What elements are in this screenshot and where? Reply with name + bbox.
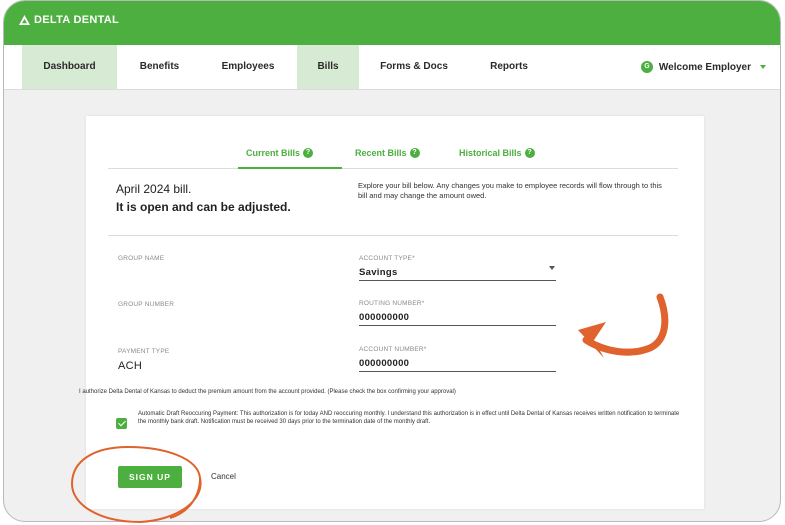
- active-tab-indicator: [238, 167, 342, 169]
- account-type-select[interactable]: Savings: [359, 267, 398, 278]
- browser-frame: DELTA DENTAL Dashboard Benefits Employee…: [3, 0, 781, 522]
- sign-up-button[interactable]: SIGN UP: [118, 466, 182, 488]
- logo-text: DELTA DENTAL: [34, 14, 120, 26]
- nav-item-dashboard[interactable]: Dashboard: [22, 45, 117, 89]
- routing-number-input[interactable]: 000000000: [359, 312, 409, 323]
- question-icon: ?: [303, 148, 314, 158]
- nav-item-employees[interactable]: Employees: [202, 45, 294, 89]
- account-number-input[interactable]: 000000000: [359, 358, 409, 369]
- welcome-menu[interactable]: G Welcome Employer: [640, 61, 766, 73]
- nav-item-bills[interactable]: Bills: [297, 45, 359, 89]
- question-icon: ?: [409, 148, 420, 158]
- bill-month-heading: April 2024 bill.: [116, 182, 192, 196]
- delta-dental-logo[interactable]: DELTA DENTAL: [19, 14, 119, 26]
- group-number-label: GROUP NUMBER: [118, 301, 175, 308]
- delta-triangle-icon: [19, 15, 30, 25]
- payment-type-label: PAYMENT TYPE: [118, 348, 170, 355]
- tab-label: Recent Bills: [355, 148, 407, 158]
- bill-status-heading: It is open and can be adjusted.: [116, 200, 291, 214]
- group-name-label: GROUP NAME: [118, 255, 165, 262]
- cancel-link[interactable]: Cancel: [211, 472, 236, 481]
- chevron-down-icon[interactable]: [549, 266, 555, 270]
- account-number-underline: [359, 371, 556, 372]
- tab-recent-bills[interactable]: Recent Bills ?: [355, 148, 420, 158]
- nav-item-reports[interactable]: Reports: [469, 45, 549, 89]
- tab-label: Historical Bills: [459, 148, 522, 158]
- auto-draft-text: Automatic Draft Reoccuring Payment: This…: [138, 411, 680, 425]
- bill-card: Current Bills ? Recent Bills ? Historica…: [79, 116, 704, 509]
- auto-draft-checkbox[interactable]: [116, 418, 127, 429]
- tab-label: Current Bills: [246, 148, 301, 158]
- question-icon: ?: [524, 148, 535, 158]
- account-number-label: ACCOUNT NUMBER*: [359, 346, 427, 353]
- nav-item-benefits[interactable]: Benefits: [117, 45, 202, 89]
- authorize-text: I authorize Delta Dental of Kansas to de…: [79, 389, 456, 395]
- welcome-label: Welcome Employer: [658, 61, 751, 73]
- avatar: G: [640, 61, 653, 73]
- top-header-bar: DELTA DENTAL: [4, 1, 780, 45]
- tab-historical-bills[interactable]: Historical Bills ?: [459, 148, 535, 158]
- account-type-label: ACCOUNT TYPE*: [359, 255, 415, 262]
- account-type-underline: [359, 280, 556, 281]
- routing-number-label: ROUTING NUMBER*: [359, 300, 425, 307]
- section-divider: [108, 235, 678, 236]
- bill-tabs: Current Bills ? Recent Bills ? Historica…: [108, 144, 678, 169]
- chevron-down-icon: [760, 65, 766, 69]
- routing-number-underline: [359, 325, 556, 326]
- tab-current-bills[interactable]: Current Bills ?: [246, 148, 314, 158]
- nav-item-forms-docs[interactable]: Forms & Docs: [364, 45, 464, 89]
- bill-explore-text: Explore your bill below. Any changes you…: [358, 181, 662, 200]
- payment-type-value: ACH: [118, 360, 143, 372]
- main-nav: Dashboard Benefits Employees Bills Forms…: [4, 45, 780, 90]
